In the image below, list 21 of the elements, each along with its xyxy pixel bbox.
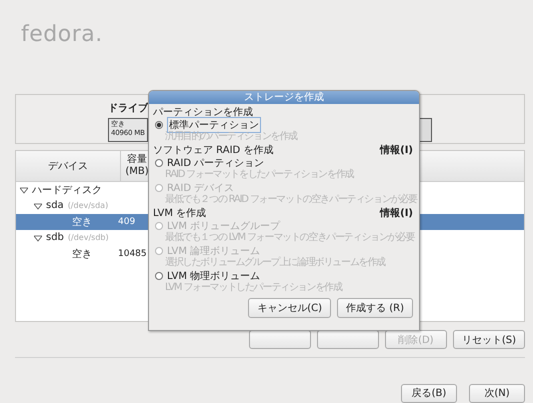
section-title: ソフトウェア RAID を作成 xyxy=(153,144,274,156)
option-description: 選択したボリュームグループ上に論理ボリュームを作成 xyxy=(164,257,386,269)
size-cell: 409 xyxy=(118,216,136,227)
option-description: LVM フォーマットしたパーティションを作成 xyxy=(164,282,342,294)
option-description: 最低でも２つの RAID フォーマットの空きパーティションが必要 xyxy=(164,194,417,206)
device-name: sda xyxy=(46,200,64,212)
device-name: 空き xyxy=(72,216,92,229)
option-description: 汎用目的のパーティションを作成 xyxy=(164,131,298,143)
fedora-logo: fedora. xyxy=(21,22,103,49)
device-name: ハードディスク xyxy=(32,184,102,197)
section-title: パーティションを作成 xyxy=(153,106,253,118)
option-description: 最低でも１つの LVM フォーマットの空きパーティションが必要 xyxy=(164,232,414,244)
device-name: 空き xyxy=(72,248,92,261)
device-path: (/dev/sda) xyxy=(68,201,108,210)
section-title: LVM を作成 xyxy=(153,206,206,220)
option-description: RAID フォーマットをしたパーティションを作成 xyxy=(164,169,354,181)
drive-label: ドライブ xyxy=(108,102,148,115)
device-name: sdb xyxy=(46,232,64,244)
device-path: (/dev/sdb) xyxy=(68,233,109,242)
size-cell: 10485 xyxy=(118,248,147,259)
dialog-title: ストレージを作成 xyxy=(149,91,419,104)
